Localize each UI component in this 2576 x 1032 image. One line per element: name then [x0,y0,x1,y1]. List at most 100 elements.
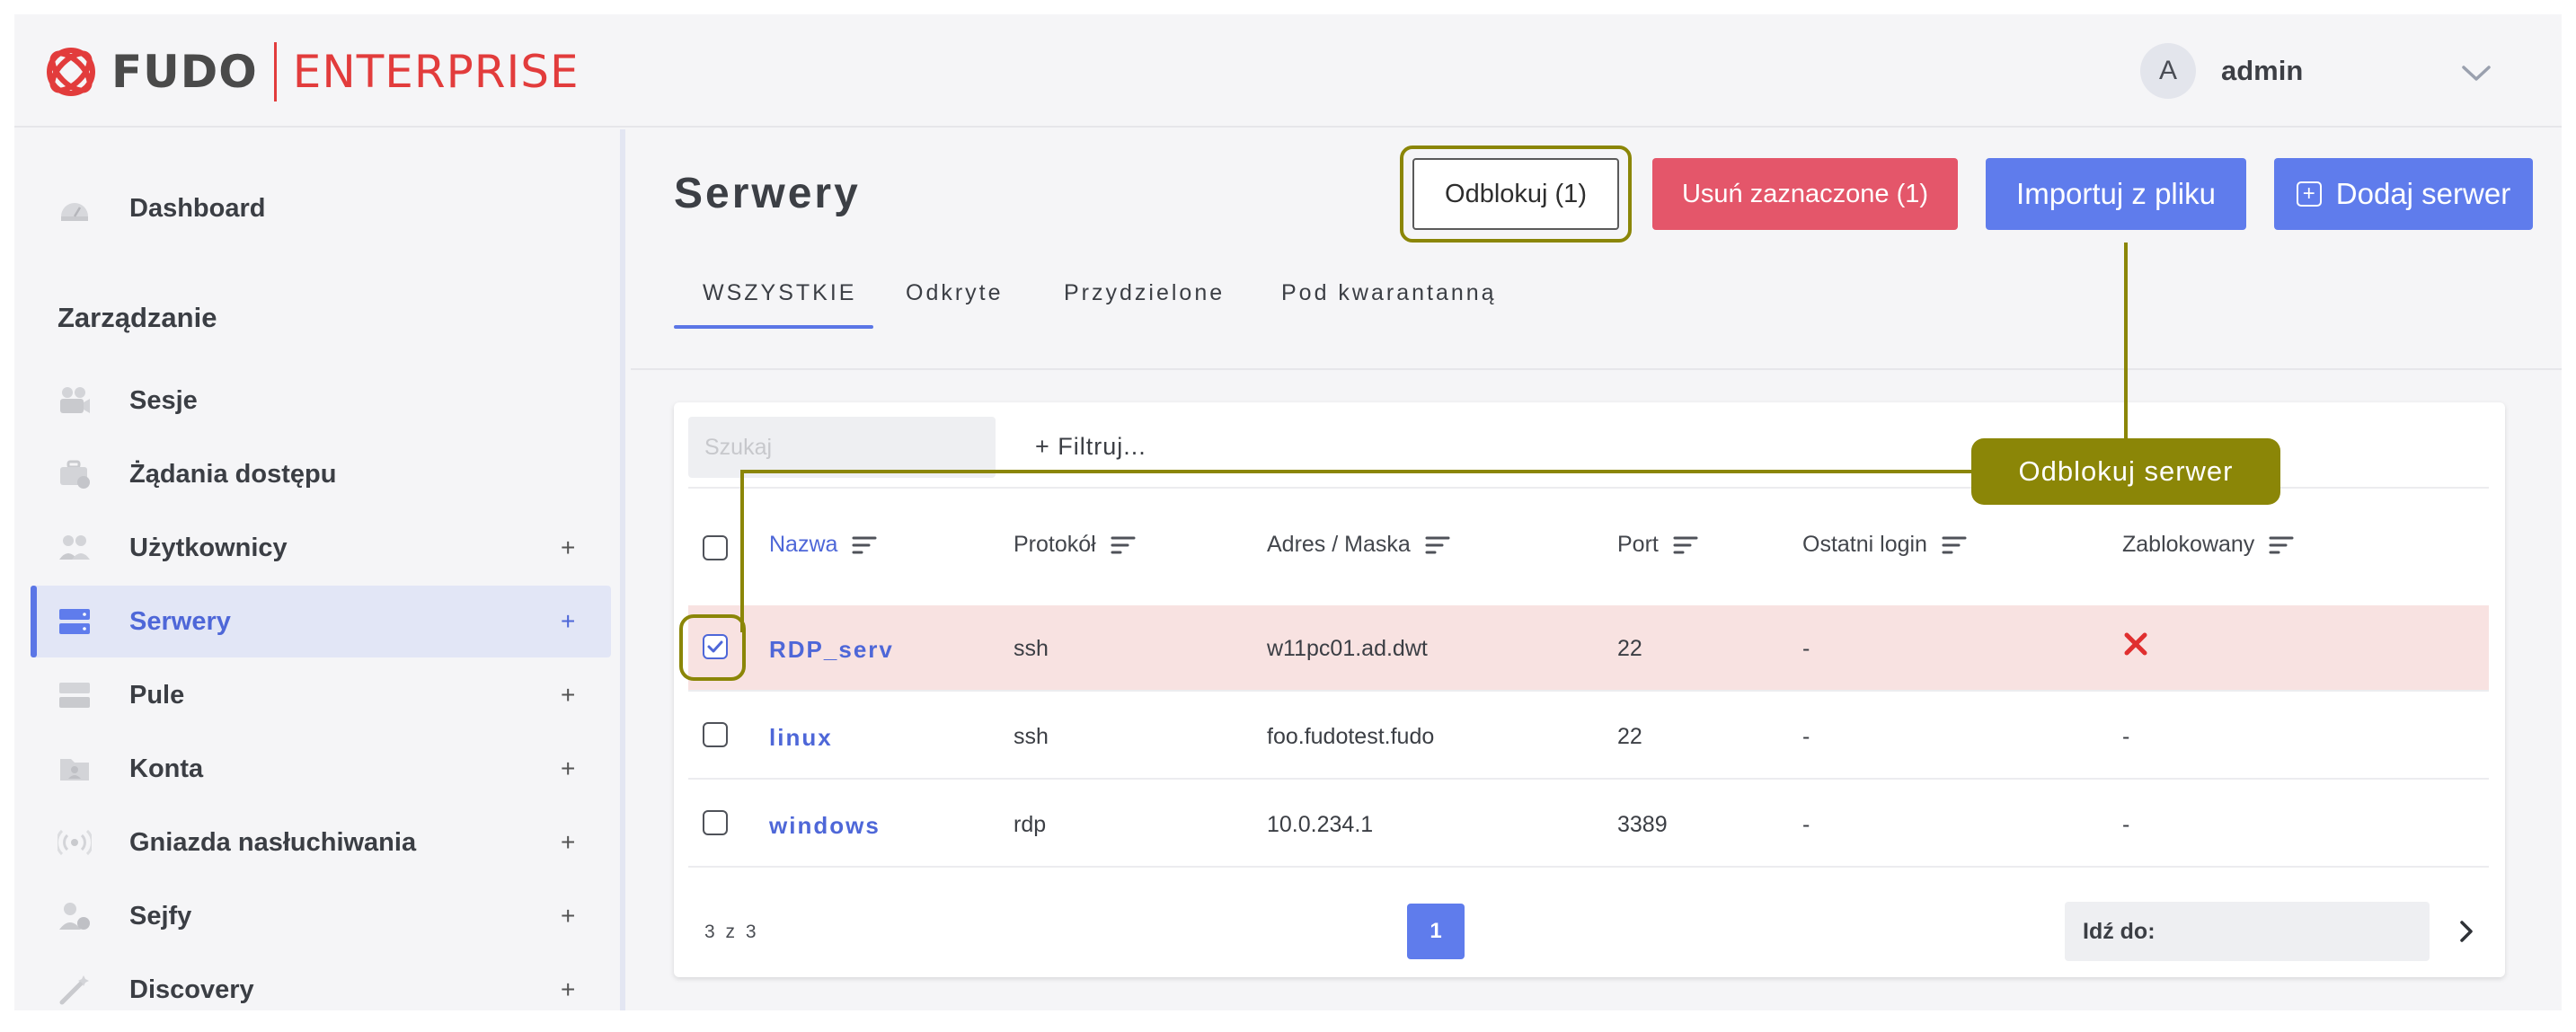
active-tab-indicator [674,325,873,329]
sidebar-item-label: Sejfy [129,901,192,931]
user-menu[interactable]: A admin [2140,41,2303,101]
expand-plus-icon[interactable]: + [561,534,575,562]
expand-plus-icon[interactable]: + [561,754,575,783]
magic-wand-icon [59,975,89,1005]
broadcast-icon [58,829,92,856]
sidebar-section-title: Zarządzanie [58,302,217,333]
chevron-down-icon[interactable] [2458,56,2494,92]
check-icon [707,640,723,653]
username[interactable]: admin [2221,55,2303,87]
column-header-label: Adres / Maska [1267,532,1411,557]
port-cell: 22 [1617,724,1642,749]
tabs-divider [631,368,2562,370]
expand-plus-icon[interactable]: + [561,902,575,931]
column-header-label: Protokół [1014,532,1096,557]
row-checkbox[interactable] [703,810,728,835]
pagination-page-button[interactable]: 1 [1407,904,1465,959]
column-header-address[interactable]: Adres / Maska [1267,532,1450,558]
table-row[interactable]: linux ssh foo.fudotest.fudo 22 - - [688,693,2489,780]
column-header-blocked[interactable]: Zablokowany [2122,532,2294,558]
select-all-checkbox[interactable] [703,535,728,560]
sidebar-item-label: Pule [129,680,185,710]
expand-plus-icon[interactable]: + [561,975,575,1004]
port-cell: 3389 [1617,812,1668,837]
callout-connector [2124,243,2128,438]
page-title: Serwery [674,170,861,217]
server-name-link[interactable]: RDP_serv [769,636,894,664]
import-file-button[interactable]: Importuj z pliku [1986,158,2246,230]
add-filter-link[interactable]: + Filtruj... [1035,433,1146,461]
protocol-cell: ssh [1014,724,1049,749]
brand-name: FUDO [111,46,258,98]
goto-page-input[interactable]: Idź do: [2065,902,2430,961]
add-server-label: Dodaj serwer [2335,177,2511,210]
users-icon [59,535,90,560]
sidebar-item-serwery[interactable]: Serwery + [31,586,611,657]
expand-plus-icon[interactable]: + [561,607,575,636]
sidebar-item-label: Discovery [129,975,254,1004]
sidebar-item-zadania[interactable]: Żądania dostępu [31,438,611,510]
callout-connector [740,470,1971,473]
sidebar-item-konta[interactable]: Konta + [31,733,611,805]
sidebar-item-label: Żądania dostępu [129,459,337,489]
pool-icon [59,683,90,708]
table-row[interactable]: RDP_serv ssh w11pc01.ad.dwt 22 - [679,605,2489,692]
expand-plus-icon[interactable]: + [561,681,575,710]
camera-icon [60,387,90,413]
sidebar-item-label: Dashboard [129,193,266,223]
sidebar-item-uzytkownicy[interactable]: Użytkownicy + [31,512,611,584]
expand-plus-icon[interactable]: + [561,828,575,857]
delete-selected-button[interactable]: Usuń zaznaczone (1) [1652,158,1958,230]
brand-edition: ENTERPRISE [292,46,580,98]
sidebar-item-sesje[interactable]: Sesje [31,365,611,437]
plus-square-icon: + [2296,181,2322,207]
tab-quarantine[interactable]: Pod kwarantanną [1281,280,1497,306]
tab-assigned[interactable]: Przydzielone [1064,280,1225,306]
server-name-link[interactable]: linux [769,724,833,752]
address-cell: foo.fudotest.fudo [1267,724,1435,749]
address-cell: 10.0.234.1 [1267,812,1374,837]
sidebar-item-label: Sesje [129,385,198,415]
protocol-cell: ssh [1014,636,1049,661]
last-login-cell: - [1802,636,1810,661]
sidebar-item-gniazda[interactable]: Gniazda nasłuchiwania + [31,807,611,878]
port-cell: 22 [1617,636,1642,661]
sidebar: Dashboard Zarządzanie Sesje Żądania dost… [14,129,625,1010]
callout-tooltip: Odblokuj serwer [1971,438,2280,505]
column-header-label: Ostatni login [1802,532,1927,557]
row-checkbox[interactable] [703,634,728,659]
row-checkbox[interactable] [703,722,728,747]
column-header-label: Zablokowany [2122,532,2255,557]
search-input[interactable] [688,417,996,478]
avatar[interactable]: A [2140,43,2196,99]
dashboard-gauge-icon [61,203,88,221]
briefcase-icon [60,460,90,489]
chevron-right-icon[interactable] [2453,918,2480,945]
blocked-x-icon [2124,632,2147,656]
sidebar-item-label: Serwery [129,606,231,636]
sidebar-item-dashboard[interactable]: Dashboard [31,172,611,244]
sidebar-item-pule[interactable]: Pule + [31,659,611,731]
sort-icon [1111,536,1136,553]
sidebar-item-label: Użytkownicy [129,533,288,562]
add-server-button[interactable]: + Dodaj serwer [2274,158,2533,230]
column-header-port[interactable]: Port [1617,532,1698,558]
tab-all[interactable]: WSZYSTKIE [703,280,856,306]
safe-user-icon [59,903,90,930]
sidebar-item-discovery[interactable]: Discovery + [31,954,611,1010]
table-row[interactable]: windows rdp 10.0.234.1 3389 - - [688,781,2489,868]
blocked-cell: - [2122,724,2130,749]
results-count: 3 z 3 [704,922,759,942]
tab-discovered[interactable]: Odkryte [906,280,1004,306]
column-header-name[interactable]: Nazwa [769,532,877,558]
brand-separator [273,42,277,101]
brand-logo[interactable]: FUDO ENTERPRISE [41,36,580,108]
unlock-button[interactable]: Odblokuj (1) [1412,158,1619,230]
sidebar-item-label: Konta [129,754,204,783]
app-frame: FUDO ENTERPRISE A admin Dashboard Zarząd… [14,14,2562,1010]
column-header-protocol[interactable]: Protokół [1014,532,1136,558]
column-header-last-login[interactable]: Ostatni login [1802,532,1967,558]
sidebar-item-sejfy[interactable]: Sejfy + [31,880,611,952]
protocol-cell: rdp [1014,812,1047,837]
server-name-link[interactable]: windows [769,812,881,840]
